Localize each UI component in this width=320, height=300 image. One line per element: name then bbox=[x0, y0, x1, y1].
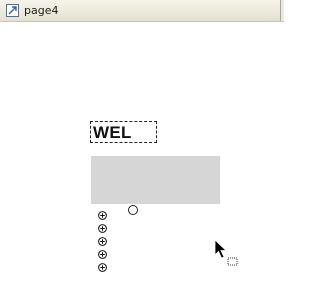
page-icon bbox=[6, 4, 19, 17]
plus-circle-icon[interactable] bbox=[98, 263, 107, 272]
page-title: page4 bbox=[24, 4, 59, 17]
circle-icon[interactable] bbox=[128, 205, 138, 215]
plus-circle-icon[interactable] bbox=[98, 250, 107, 259]
title-bar: page4 bbox=[0, 0, 284, 22]
drag-copy-cursor-icon bbox=[214, 239, 242, 269]
page-tab[interactable]: page4 bbox=[0, 0, 281, 21]
plus-circle-icon[interactable] bbox=[98, 211, 107, 220]
text-box-label: WEL bbox=[93, 123, 132, 142]
plus-circle-icon[interactable] bbox=[98, 237, 107, 246]
plus-circle-icon[interactable] bbox=[98, 224, 107, 233]
page-canvas: page4 WEL bbox=[0, 0, 284, 300]
text-box-selected[interactable]: WEL bbox=[90, 121, 157, 143]
gray-rectangle-shape[interactable] bbox=[91, 156, 220, 204]
